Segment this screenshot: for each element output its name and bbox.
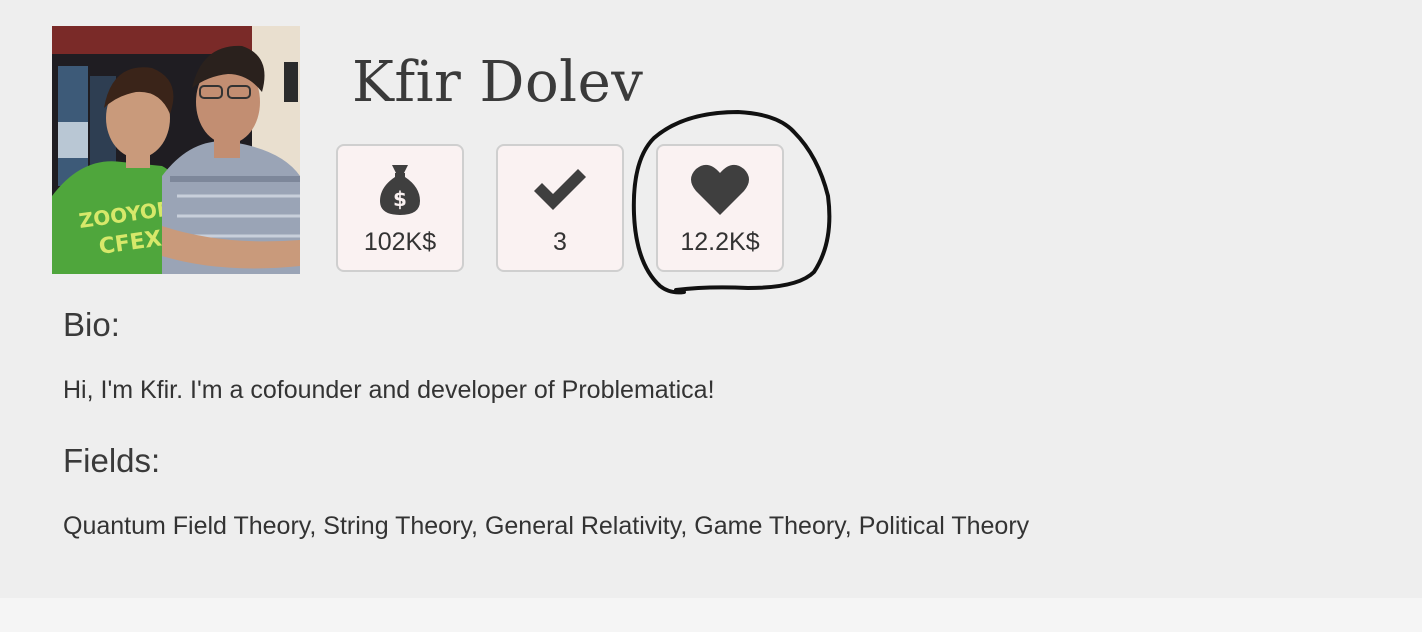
profile-name: Kfir Dolev (352, 50, 644, 115)
svg-text:$: $ (393, 187, 407, 211)
avatar: ZOOYOR CFEX (52, 26, 300, 274)
bio-heading: Bio: (63, 306, 120, 343)
fields-heading: Fields: (63, 442, 161, 479)
bio-text: Hi, I'm Kfir. I'm a cofounder and develo… (63, 376, 715, 404)
money-stat-card[interactable]: $ 102K$ (336, 144, 464, 272)
likes-stat-card[interactable]: 12.2K$ (656, 144, 784, 272)
money-value: 102K$ (363, 228, 437, 256)
heart-icon (658, 160, 782, 220)
likes-value: 12.2K$ (680, 228, 760, 256)
money-bag-icon: $ (338, 160, 462, 220)
profile-panel: ZOOYOR CFEX Kfir Dolev $ 102K$ 3 12.2K$ … (0, 0, 1422, 598)
checkmark-icon (498, 160, 622, 220)
solved-value: 3 (553, 228, 567, 256)
solved-stat-card[interactable]: 3 (496, 144, 624, 272)
fields-text: Quantum Field Theory, String Theory, Gen… (63, 512, 1030, 540)
